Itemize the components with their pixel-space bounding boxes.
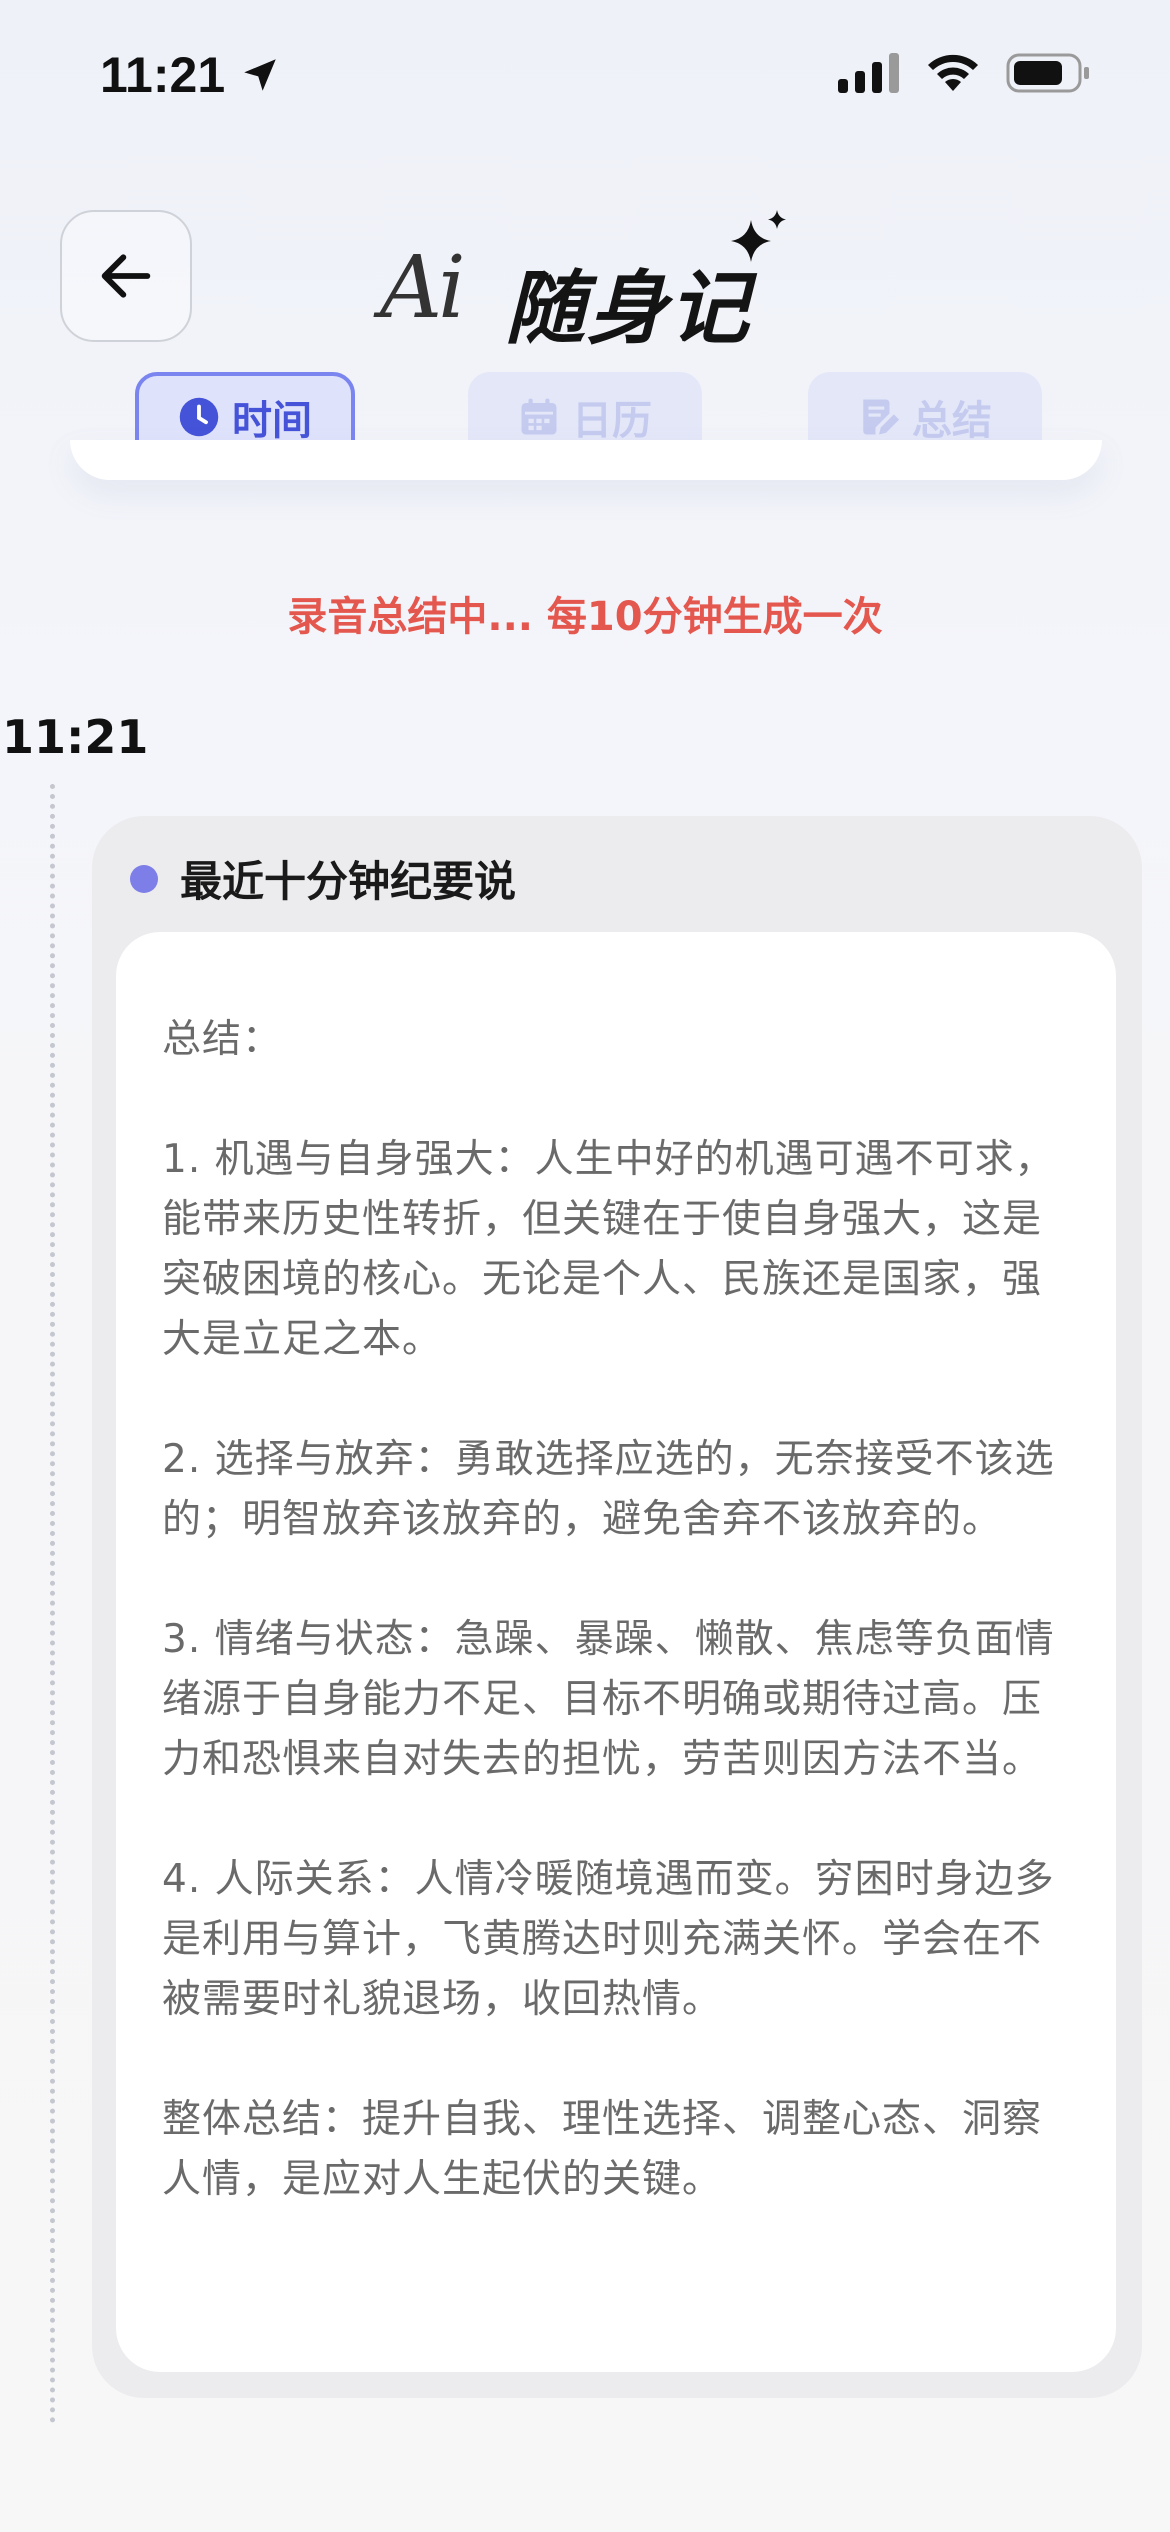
summary-conclusion: 整体总结：提升自我、理性选择、调整心态、洞察人情，是应对人生起伏的关键。 xyxy=(162,2097,1043,2202)
sparkle-icon xyxy=(731,210,786,262)
status-time: 11:21 xyxy=(100,46,281,104)
edit-note-icon xyxy=(863,399,900,435)
summary-point-3: 3. 情绪与状态：急躁、暴躁、懒散、焦虑等负面情绪源于自身能力不足、目标不明确或… xyxy=(162,1617,1055,1782)
status-icons xyxy=(838,52,1090,94)
summary-point-4: 4. 人际关系：人情冷暖随境遇而变。穷困时身边多是利用与算计，飞黄腾达时则充满关… xyxy=(162,1857,1055,2022)
timeline-line xyxy=(50,784,55,2424)
tab-time-label: 时间 xyxy=(232,398,312,444)
card-edge xyxy=(70,440,1102,480)
logo-text: 随身记 xyxy=(505,262,751,355)
summary-card[interactable]: 最近十分钟纪要说 总结： 1. 机遇与自身强大：人生中好的机遇可遇不可求，能带来… xyxy=(92,816,1142,2398)
back-button[interactable] xyxy=(60,210,192,342)
battery-icon xyxy=(1006,53,1089,93)
timeline-time: 11:21 xyxy=(2,710,149,764)
clock-icon xyxy=(179,397,219,437)
back-arrow-icon xyxy=(101,254,151,298)
tab-calendar-label: 日历 xyxy=(572,398,652,444)
logo-script: Ai xyxy=(380,238,466,338)
calendar-icon xyxy=(521,398,557,435)
location-arrow-icon xyxy=(244,59,276,91)
summary-title: 最近十分钟纪要说 xyxy=(180,857,517,906)
wifi-icon xyxy=(928,54,978,91)
summary-point-1: 1. 机遇与自身强大：人生中好的机遇可遇不可求，能带来历史性转折，但关键在于使自… xyxy=(162,1137,1055,1362)
summary-body: 总结： 1. 机遇与自身强大：人生中好的机遇可遇不可求，能带来历史性转折，但关键… xyxy=(116,932,1116,2372)
app-logo: Ai 随身记 xyxy=(380,210,800,355)
summary-dot xyxy=(130,864,158,893)
summary-point-2: 2. 选择与放弃：勇敢选择应选的，无奈接受不该选的；明智放弃该放弃的，避免舍弃不… xyxy=(162,1437,1055,1542)
status-time-text: 11:21 xyxy=(100,47,226,103)
summary-heading: 总结： xyxy=(162,1017,283,1062)
signal-icon xyxy=(838,53,899,93)
recording-status: 录音总结中... 每10分钟生成一次 xyxy=(287,594,883,640)
tab-summary-label: 总结 xyxy=(912,398,992,444)
summary-header: 最近十分钟纪要说 xyxy=(130,848,516,909)
